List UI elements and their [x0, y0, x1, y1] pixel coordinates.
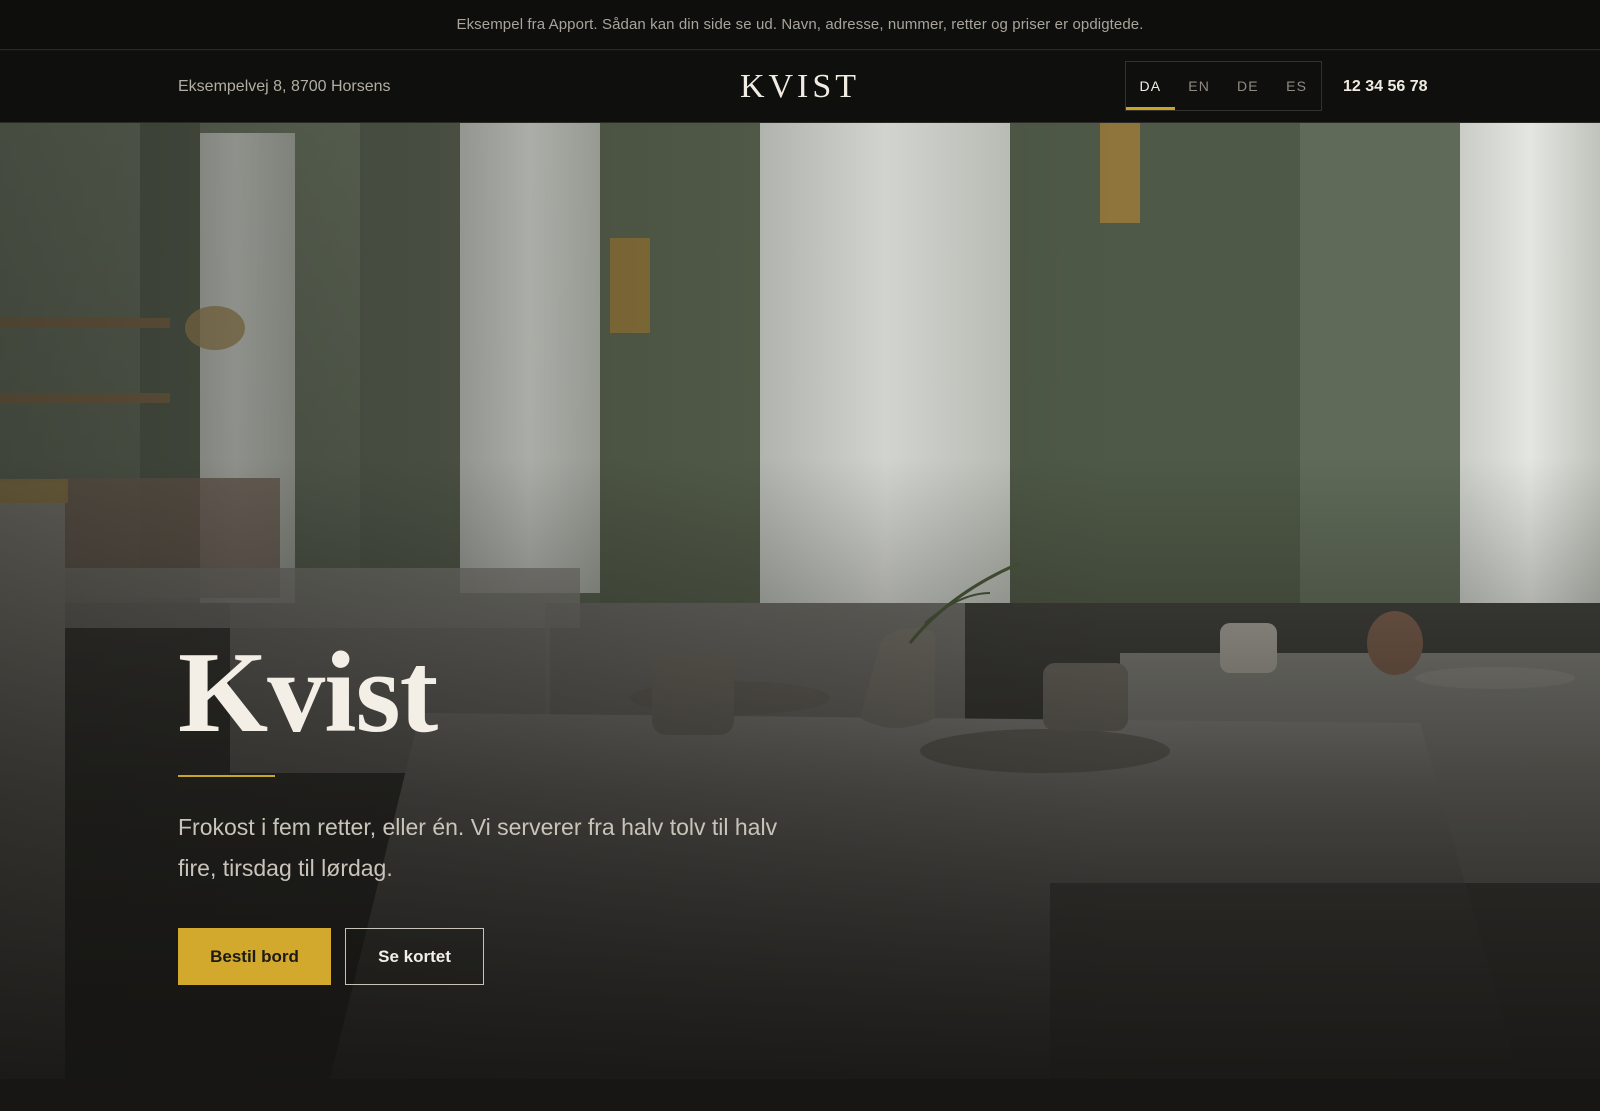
- language-switcher: DA EN DE ES: [1125, 61, 1322, 111]
- hero-divider: [178, 775, 275, 777]
- lang-de[interactable]: DE: [1224, 62, 1273, 110]
- lang-es[interactable]: ES: [1272, 62, 1321, 110]
- hero-content: Kvist Frokost i fem retter, eller én. Vi…: [178, 633, 878, 985]
- lang-da[interactable]: DA: [1126, 62, 1175, 110]
- hero-description: Frokost i fem retter, eller én. Vi serve…: [178, 814, 778, 881]
- page-bottom-strip: [0, 1079, 1600, 1111]
- demo-notice-bar: Eksempel fra Apport. Sådan kan din side …: [0, 0, 1600, 50]
- site-header: Eksempelvej 8, 8700 Horsens KVIST DA EN …: [0, 51, 1600, 123]
- hero-title: Kvist: [178, 629, 438, 757]
- hero-button-group: Bestil bord Se kortet: [178, 928, 878, 985]
- book-table-button[interactable]: Bestil bord: [178, 928, 331, 985]
- demo-notice-text: Eksempel fra Apport. Sådan kan din side …: [456, 16, 1144, 33]
- phone-number-link[interactable]: 12 34 56 78: [1343, 51, 1428, 123]
- hero-section: Kvist Frokost i fem retter, eller én. Vi…: [0, 123, 1600, 1079]
- lang-en[interactable]: EN: [1175, 62, 1224, 110]
- header-address: Eksempelvej 8, 8700 Horsens: [178, 78, 391, 95]
- view-menu-button[interactable]: Se kortet: [345, 928, 484, 985]
